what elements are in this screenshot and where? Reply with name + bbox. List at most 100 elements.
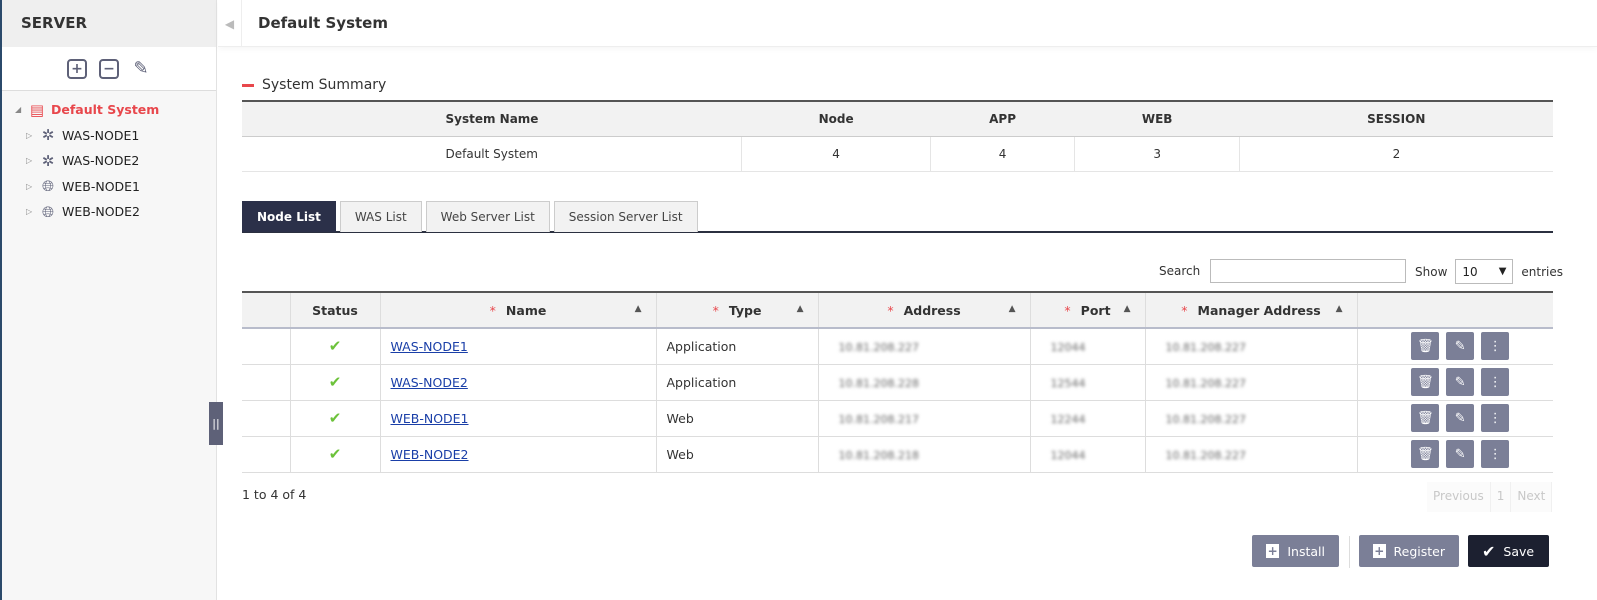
tree-item-web-node1[interactable]: ▷ 🌐︎ WEB-NODE1	[2, 174, 216, 200]
plus-square-icon[interactable]: +	[67, 59, 87, 79]
next-page-button[interactable]: Next	[1511, 482, 1553, 512]
more-button[interactable]: ⋮	[1481, 404, 1510, 432]
tree-item-default-system[interactable]: ◢ ▤ Default System	[2, 97, 216, 123]
port-cell: 12544	[1029, 364, 1145, 401]
column-header-name[interactable]: * Name ▲	[379, 292, 656, 329]
manager-address-value: 10.81.208.227	[1165, 376, 1246, 390]
sort-icon[interactable]: ▲	[1336, 304, 1343, 314]
collapsed-caret-icon[interactable]: ▷	[26, 156, 36, 165]
manager-address-value: 10.81.208.227	[1165, 340, 1246, 354]
node-name-link[interactable]: WAS-NODE2	[391, 375, 468, 390]
port-value: 12244	[1050, 412, 1086, 426]
status-cell: ✔	[289, 400, 380, 437]
more-button[interactable]: ⋮	[1481, 368, 1510, 396]
more-button[interactable]: ⋮	[1481, 332, 1510, 361]
register-button[interactable]: + Register	[1359, 535, 1459, 567]
minus-square-icon[interactable]: −	[99, 59, 119, 79]
row-select-cell[interactable]	[242, 436, 290, 473]
tab-web-server-list[interactable]: Web Server List	[425, 201, 550, 232]
tree-item-label: WAS-NODE2	[62, 153, 140, 169]
actions-cell: 🗑︎ ✎ ⋮	[1356, 400, 1553, 437]
row-select-cell[interactable]	[242, 328, 290, 365]
column-header-manager-address[interactable]: * Manager Address ▲	[1144, 292, 1357, 329]
edit-button[interactable]: ✎	[1446, 404, 1475, 432]
collapsed-caret-icon[interactable]: ▷	[26, 131, 36, 140]
search-input[interactable]	[1210, 259, 1407, 283]
node-name-link[interactable]: WAS-NODE1	[391, 339, 468, 354]
edit-icon[interactable]: ✎	[131, 59, 151, 79]
edit-button[interactable]: ✎	[1446, 332, 1475, 361]
system-summary-heading[interactable]: System Summary	[242, 77, 386, 93]
edit-button[interactable]: ✎	[1446, 368, 1475, 396]
column-header-address[interactable]: * Address ▲	[817, 292, 1030, 329]
column-header: APP	[930, 101, 1075, 137]
pencil-icon: ✎	[1454, 446, 1466, 462]
sort-icon[interactable]: ▲	[797, 304, 804, 314]
address-cell: 10.81.208.217	[817, 400, 1030, 437]
node-name-link[interactable]: WEB-NODE2	[391, 447, 469, 462]
type-cell: Web	[655, 436, 818, 473]
delete-button[interactable]: 🗑︎	[1411, 368, 1440, 396]
page-size-select[interactable]: 10 ▼	[1455, 259, 1514, 284]
column-header-actions	[1356, 292, 1553, 329]
install-button[interactable]: + Install	[1252, 535, 1339, 567]
column-header-port[interactable]: * Port ▲	[1029, 292, 1145, 329]
more-button[interactable]: ⋮	[1481, 440, 1510, 468]
column-header-type[interactable]: * Type ▲	[655, 292, 818, 329]
tab-bar: Node List WAS List Web Server List Sessi…	[242, 201, 1553, 233]
tab-session-server-list[interactable]: Session Server List	[553, 201, 698, 232]
tree-item-was-node1[interactable]: ▷ ✲ WAS-NODE1	[2, 123, 216, 149]
delete-button[interactable]: 🗑︎	[1411, 404, 1440, 432]
manager-address-value: 10.81.208.227	[1165, 412, 1246, 426]
sidebar-resize-handle[interactable]: ||	[209, 402, 223, 445]
column-header	[242, 292, 290, 329]
search-box: Search	[1159, 259, 1407, 283]
tree-item-web-node2[interactable]: ▷ 🌐︎ WEB-NODE2	[2, 199, 216, 225]
manager-address-cell: 10.81.208.227	[1144, 436, 1357, 473]
type-cell: Application	[655, 328, 818, 365]
expanded-caret-icon[interactable]: ◢	[15, 105, 25, 114]
save-button[interactable]: ✔ Save	[1468, 535, 1549, 567]
table-row: Default System 4 4 3 2	[242, 136, 1553, 172]
sort-icon[interactable]: ▲	[1124, 304, 1131, 314]
tree-item-label: Default System	[51, 102, 160, 118]
tab-was-list[interactable]: WAS List	[339, 201, 422, 232]
row-select-cell[interactable]	[242, 400, 290, 437]
collapsed-caret-icon[interactable]: ▷	[26, 207, 36, 216]
collapse-dash-icon	[242, 83, 254, 87]
chevron-down-icon: ▼	[1498, 266, 1507, 277]
tree-item-was-node2[interactable]: ▷ ✲ WAS-NODE2	[2, 148, 216, 174]
address-cell: 10.81.208.218	[817, 436, 1030, 473]
tab-node-list[interactable]: Node List	[242, 201, 336, 232]
tree-toolbar: + − ✎	[2, 47, 216, 91]
pencil-icon: ✎	[1454, 338, 1466, 354]
row-select-cell[interactable]	[242, 364, 290, 401]
edit-button[interactable]: ✎	[1446, 440, 1475, 468]
node-name-link[interactable]: WEB-NODE1	[391, 411, 469, 426]
pencil-icon: ✎	[1454, 374, 1466, 390]
more-vertical-icon: ⋮	[1488, 446, 1502, 462]
sort-icon[interactable]: ▲	[1009, 304, 1016, 314]
column-header: Node	[741, 101, 931, 137]
sidebar: SERVER + − ✎ ◢ ▤ Default System ▷ ✲ WAS-…	[0, 0, 217, 600]
status-ok-icon: ✔	[328, 373, 342, 391]
column-header-status[interactable]: Status	[289, 292, 380, 329]
page-size-value: 10	[1462, 264, 1478, 279]
delete-button[interactable]: 🗑︎	[1411, 440, 1440, 468]
server-tree: ◢ ▤ Default System ▷ ✲ WAS-NODE1 ▷ ✲ WAS…	[2, 91, 216, 225]
sort-icon[interactable]: ▲	[635, 304, 642, 314]
type-cell: Web	[655, 400, 818, 437]
collapse-sidebar-button[interactable]: ◀	[218, 0, 242, 47]
collapsed-caret-icon[interactable]: ▷	[26, 182, 36, 191]
plus-icon: +	[1266, 544, 1280, 558]
actions-cell: 🗑︎ ✎ ⋮	[1356, 364, 1553, 401]
page-1-button[interactable]: 1	[1491, 482, 1512, 512]
table-row: ✔ WEB-NODE2 Web 10.81.208.218 12044 10.81.208…	[242, 436, 1553, 473]
trash-icon: 🗑︎	[1416, 446, 1434, 462]
previous-page-button[interactable]: Previous	[1427, 482, 1491, 512]
tree-item-label: WEB-NODE1	[62, 178, 141, 194]
delete-button[interactable]: 🗑︎	[1411, 332, 1440, 361]
manager-address-cell: 10.81.208.227	[1144, 364, 1357, 401]
check-icon: ✔	[1482, 541, 1496, 561]
status-ok-icon: ✔	[328, 409, 342, 427]
